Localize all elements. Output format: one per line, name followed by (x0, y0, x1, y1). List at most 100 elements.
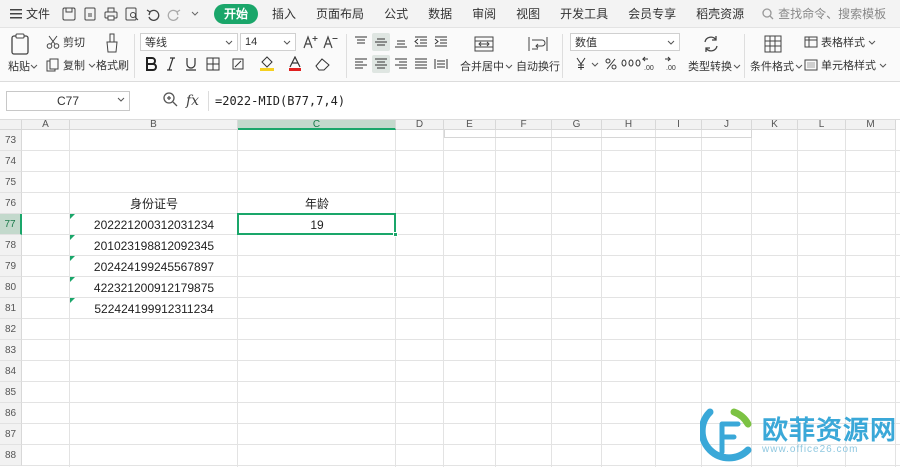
tab-developer[interactable]: 开发工具 (550, 0, 618, 28)
font-size-select[interactable]: 14 (240, 33, 296, 51)
tab-data[interactable]: 数据 (418, 0, 462, 28)
number-format-select[interactable]: 数值 (570, 33, 680, 51)
column-header-k[interactable]: K (752, 120, 798, 130)
column-header-e[interactable]: E (444, 120, 496, 130)
formula-input[interactable]: =2022-MID(B77,7,4) (208, 91, 900, 111)
export-pdf-icon[interactable] (81, 5, 99, 23)
cell-style-button[interactable]: 单元格样式 (804, 57, 887, 73)
tab-home[interactable]: 开始 (214, 3, 259, 24)
column-header-c[interactable]: C (238, 120, 396, 130)
align-top-button[interactable] (352, 33, 370, 51)
align-middle-button[interactable] (372, 33, 390, 51)
cell-c76-header[interactable]: 年龄 (238, 193, 396, 214)
wrap-text-button[interactable] (526, 32, 550, 56)
chevron-down-icon[interactable] (186, 5, 204, 23)
cell-b78-id[interactable]: 201023198812092345 (70, 235, 238, 256)
type-convert-label-wrap[interactable]: 类型转换 (688, 58, 741, 74)
column-header-l[interactable]: L (798, 120, 846, 130)
tab-member[interactable]: 会员专享 (618, 0, 686, 28)
tab-review[interactable]: 审阅 (462, 0, 506, 28)
cell-b77-id[interactable]: 202221200312031234 (70, 214, 238, 235)
row-header-79[interactable]: 79 (0, 256, 22, 277)
tab-insert[interactable]: 插入 (262, 0, 306, 28)
command-search[interactable]: 查找命令、搜索模板 (754, 5, 886, 22)
undo-icon[interactable] (144, 5, 162, 23)
column-header-a[interactable]: A (22, 120, 70, 130)
row-header-88[interactable]: 88 (0, 445, 22, 466)
currency-button[interactable] (572, 55, 590, 73)
paste-button[interactable] (8, 32, 32, 56)
save-icon[interactable] (60, 5, 78, 23)
indent-decrease-button[interactable] (412, 33, 430, 51)
row-header-83[interactable]: 83 (0, 340, 22, 361)
cell-b81-id[interactable]: 522424199912311234 (70, 298, 238, 319)
currency-dropdown[interactable] (590, 55, 600, 73)
active-cell-selection[interactable] (237, 213, 396, 235)
file-menu[interactable]: 文件 (0, 0, 60, 28)
zoom-function-icon[interactable] (162, 91, 178, 110)
row-header-81[interactable]: 81 (0, 298, 22, 319)
row-header-87[interactable]: 87 (0, 424, 22, 445)
name-box[interactable]: C77 (6, 91, 130, 111)
column-header-h[interactable]: H (602, 120, 656, 130)
row-header-73[interactable]: 73 (0, 130, 22, 151)
row-header-86[interactable]: 86 (0, 403, 22, 424)
increase-font-size-button[interactable] (302, 33, 320, 51)
fx-button[interactable]: fx (186, 93, 199, 109)
column-header-m[interactable]: M (846, 120, 896, 130)
decrease-decimal-button[interactable]: .00 (664, 55, 684, 73)
bold-button[interactable] (142, 55, 160, 73)
row-header-74[interactable]: 74 (0, 151, 22, 172)
paste-label-group[interactable]: 粘贴 (8, 58, 38, 74)
copy-button[interactable]: 复制 (46, 57, 96, 73)
fill-handle[interactable] (393, 232, 398, 237)
column-header-i[interactable]: I (656, 120, 702, 130)
cell-b80-id[interactable]: 422321200912179875 (70, 277, 238, 298)
row-header-82[interactable]: 82 (0, 319, 22, 340)
align-bottom-button[interactable] (392, 33, 410, 51)
cut-button[interactable]: 剪切 (46, 34, 85, 50)
column-header-b[interactable]: B (70, 120, 238, 130)
column-header-g[interactable]: G (552, 120, 602, 130)
underline-button[interactable] (182, 55, 200, 73)
thousands-separator-button[interactable] (620, 55, 642, 73)
tab-docer[interactable]: 稻壳资源 (686, 0, 754, 28)
select-all-corner[interactable] (0, 120, 22, 130)
row-header-77[interactable]: 77 (0, 214, 22, 235)
borders-button[interactable] (204, 55, 222, 73)
column-header-d[interactable]: D (396, 120, 444, 130)
redo-icon[interactable] (165, 5, 183, 23)
align-left-button[interactable] (352, 55, 370, 73)
type-convert-button[interactable] (700, 32, 722, 56)
font-color-button[interactable] (286, 55, 304, 73)
italic-button[interactable] (162, 55, 180, 73)
row-header-80[interactable]: 80 (0, 277, 22, 298)
column-header-f[interactable]: F (496, 120, 552, 130)
fill-color-button[interactable] (258, 55, 276, 73)
format-painter-button[interactable] (102, 32, 122, 54)
cell-b79-id[interactable]: 202424199245567897 (70, 256, 238, 277)
align-center-button[interactable] (372, 55, 390, 73)
row-header-75[interactable]: 75 (0, 172, 22, 193)
table-style-button[interactable]: 表格样式 (804, 34, 876, 50)
percent-button[interactable] (602, 55, 620, 73)
distributed-button[interactable] (432, 55, 450, 73)
indent-increase-button[interactable] (432, 33, 450, 51)
decrease-font-size-button[interactable] (322, 33, 340, 51)
increase-decimal-button[interactable]: .00 (642, 55, 662, 73)
column-header-j[interactable]: J (702, 120, 752, 130)
print-preview-icon[interactable] (123, 5, 141, 23)
cell-b76-header[interactable]: 身份证号 (70, 193, 238, 214)
row-header-85[interactable]: 85 (0, 382, 22, 403)
tab-formulas[interactable]: 公式 (374, 0, 418, 28)
print-icon[interactable] (102, 5, 120, 23)
tab-view[interactable]: 视图 (506, 0, 550, 28)
row-header-76[interactable]: 76 (0, 193, 22, 214)
clear-format-button[interactable] (314, 55, 332, 73)
cell-fill-pattern-button[interactable] (230, 55, 248, 73)
merge-center-label-wrap[interactable]: 合并居中 (460, 58, 513, 74)
row-header-84[interactable]: 84 (0, 361, 22, 382)
justify-button[interactable] (412, 55, 430, 73)
conditional-format-button[interactable] (762, 32, 784, 56)
font-name-select[interactable]: 等线 (140, 33, 238, 51)
